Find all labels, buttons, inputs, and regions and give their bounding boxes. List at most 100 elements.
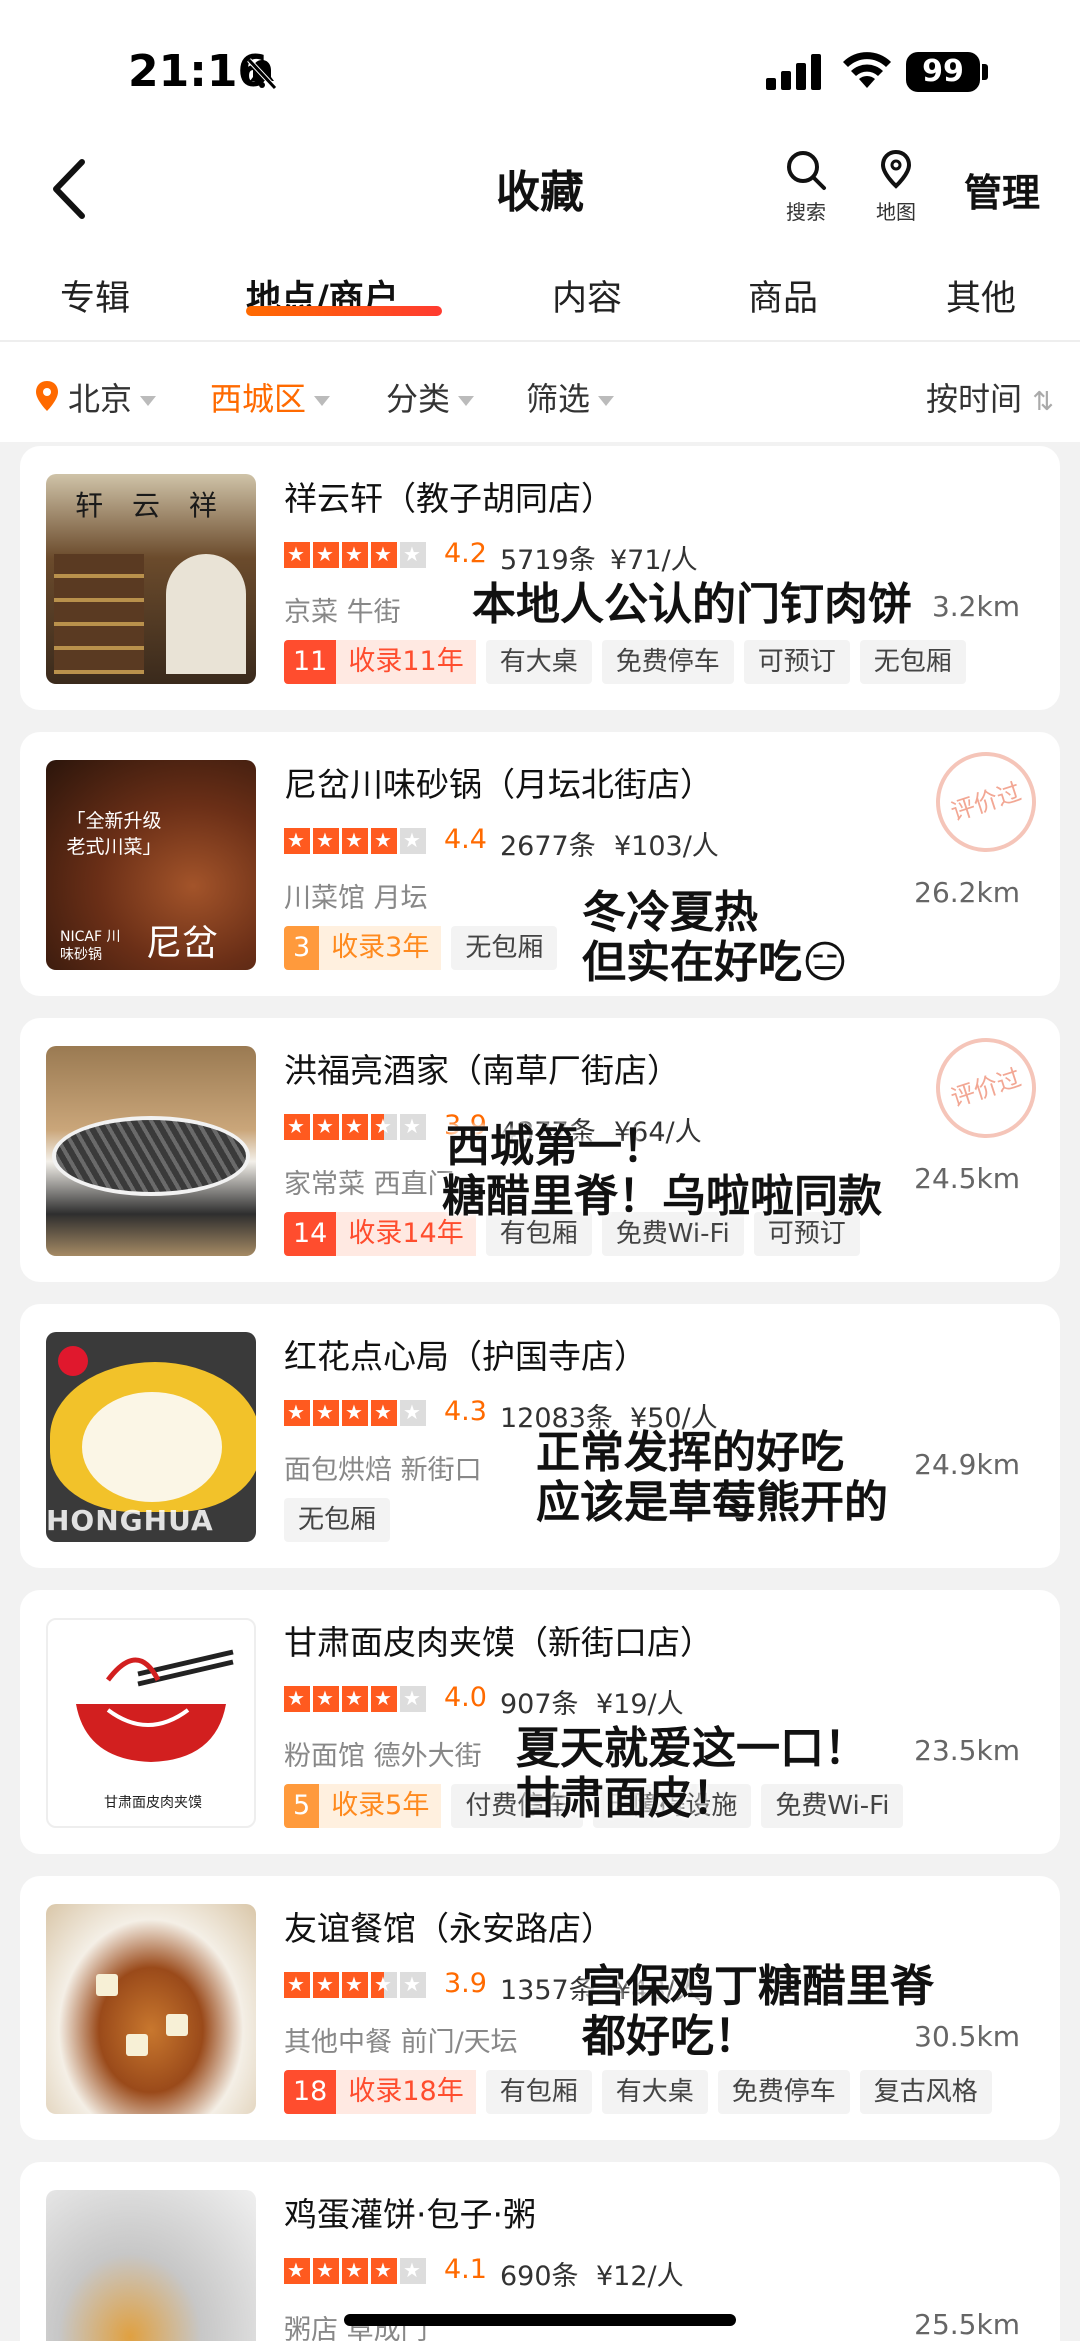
place-card[interactable]: 轩 云 祥 祥云轩（教子胡同店） 4.2 5719条 ¥71/人 京菜 牛街 3… [20,446,1060,710]
thumbnail-brand: 甘肃面皮肉夹馍 [104,1795,202,1811]
map-label: 地图 [876,200,916,224]
feature-tag: 有包厢 [485,2070,592,2114]
place-name: 红花点心局（护国寺店） [284,1337,647,1376]
distance: 26.2km [914,876,1020,909]
feature-tag: 复古风格 [859,2070,992,2114]
tag-row: 18 收录18年 有包厢 有大桌 免费停车 复古风格 [284,2070,1002,2114]
city-filter-label: 北京 [68,380,133,418]
thumbnail-sign: 轩 云 祥 [75,489,227,522]
map-button[interactable]: 地图 [856,148,936,225]
tab-content[interactable]: 内容 [552,270,622,321]
star-rating [284,1972,429,1998]
search-label: 搜索 [786,200,826,224]
city-filter[interactable]: 北京 [68,374,157,420]
place-name: 甘肃面皮肉夹馍（新街口店） [284,1623,713,1662]
caret-down-icon [140,396,157,406]
feature-tag: 免费停车 [717,2070,850,2114]
category-tabs: 专辑 地点/商户 内容 商品 其他 [0,262,1080,342]
feature-tag: 免费停车 [601,640,734,684]
reviewed-stamp: 评价过 [922,738,1050,866]
distance: 30.5km [914,2020,1020,2053]
annotation-text: 宫保鸡丁糖醋里脊 [582,1961,934,2012]
battery-indicator: 99 [906,52,980,92]
cuisine-area: 京菜 牛街 [284,597,401,628]
mute-bell-icon [247,58,277,90]
price-per-person: ¥103/人 [614,831,719,862]
category-filter[interactable]: 分类 [386,374,475,420]
place-thumbnail: 「全新升级 老式川菜」 尼岔 NICAF 川味砂锅 [46,760,256,970]
annotation-text: 夏天就爱这一口！ [516,1723,868,1774]
place-card[interactable]: 「全新升级 老式川菜」 尼岔 NICAF 川味砂锅 尼岔川味砂锅（月坛北街店） … [20,732,1060,996]
years-badge-number: 5 [284,1784,320,1828]
sort-arrows-icon: ⇅ [1032,387,1054,417]
feature-tag: 有大桌 [601,2070,708,2114]
flower-logo-icon [58,1346,88,1376]
feature-tag: 有大桌 [485,640,592,684]
caret-down-icon [314,396,331,406]
tab-albums[interactable]: 专辑 [60,270,130,321]
place-name: 尼岔川味砂锅（月坛北街店） [284,765,713,804]
place-thumbnail: 轩 云 祥 [46,474,256,684]
search-button[interactable]: 搜索 [766,148,846,225]
map-pin-icon [880,149,912,189]
rating-value: 4.2 [444,538,487,569]
place-thumbnail: HONGHUA [46,1332,256,1542]
thumbnail-brand: 尼岔 [146,923,219,964]
cuisine-area: 家常菜 西直门 [284,1169,455,1200]
tab-goods[interactable]: 商品 [748,270,818,321]
cuisine-area: 其他中餐 前门/天坛 [284,2027,518,2058]
place-card[interactable]: 友谊餐馆（永安路店） 3.9 1357条 ¥48/人 其他中餐 前门/天坛 30… [20,1876,1060,2140]
home-indicator [344,2314,736,2326]
screen-filter[interactable]: 筛选 [526,374,615,420]
annotation-text: 都好吃！ [582,2011,758,2062]
distance: 24.5km [914,1162,1020,1195]
tag-row: 3 收录3年 无包厢 [284,926,567,970]
years-badge-number: 3 [284,926,320,970]
years-badge-number: 18 [284,2070,337,2114]
rating-value: 4.1 [444,2254,487,2285]
manage-button[interactable]: 管理 [964,162,1040,217]
search-icon [787,151,826,190]
feature-tag: 无包厢 [859,640,966,684]
place-card[interactable]: 甘肃面皮肉夹馍 甘肃面皮肉夹馍（新街口店） 4.0 907条 ¥19/人 粉面馆… [20,1590,1060,1854]
price-per-person: ¥12/人 [596,2261,684,2292]
district-filter-label: 西城区 [210,380,307,418]
place-thumbnail [46,2190,256,2341]
category-filter-label: 分类 [386,380,451,418]
place-name: 友谊餐馆（永安路店） [284,1909,614,1948]
distance: 3.2km [931,590,1020,623]
place-thumbnail [46,1046,256,1256]
cuisine-area: 川菜馆 月坛 [284,883,428,914]
tag-row: 无包厢 [284,1498,400,1542]
star-rating [284,1686,429,1712]
star-rating [284,1400,429,1426]
annotation-text: 西城第一！ [446,1121,666,1172]
annotation-text: 糖醋里脊！乌啦啦同款 [442,1171,882,1222]
feature-tag: 免费Wi-Fi [761,1784,904,1828]
noodle-bowl-logo-icon [76,1649,234,1762]
rating-value: 4.0 [444,1682,487,1713]
district-filter[interactable]: 西城区 [210,374,331,420]
place-thumbnail: 甘肃面皮肉夹馍 [46,1618,256,1828]
place-card[interactable]: HONGHUA 红花点心局（护国寺店） 4.3 12083条 ¥50/人 面包烘… [20,1304,1060,1568]
rating-value: 4.3 [444,1396,487,1427]
caret-down-icon [458,396,475,406]
star-rating [284,2258,429,2284]
annotation-text: 但实在好吃😑 [582,937,848,988]
thumbnail-brand-small: NICAF 川味砂锅 [60,929,121,963]
place-name: 鸡蛋灌饼·包子·粥 [284,2195,536,2234]
annotation-text: 冬冷夏热 [582,887,758,938]
caret-down-icon [598,396,615,406]
price-per-person: ¥19/人 [596,1689,684,1720]
sort-filter-label: 按时间 [926,380,1023,418]
place-card[interactable]: 洪福亮酒家（南草厂街店） 3.9 4377条 ¥64/人 家常菜 西直门 24.… [20,1018,1060,1282]
years-badge-number: 11 [284,640,337,684]
years-badge: 收录11年 [336,640,476,684]
battery-tip [982,64,988,80]
review-count: 2677条 [500,831,596,862]
feature-tag: 无包厢 [451,926,558,970]
screen-filter-label: 筛选 [526,380,591,418]
tab-other[interactable]: 其他 [946,270,1016,321]
sort-filter[interactable]: 按时间 ⇅ [926,374,1054,420]
distance: 23.5km [914,1734,1020,1767]
